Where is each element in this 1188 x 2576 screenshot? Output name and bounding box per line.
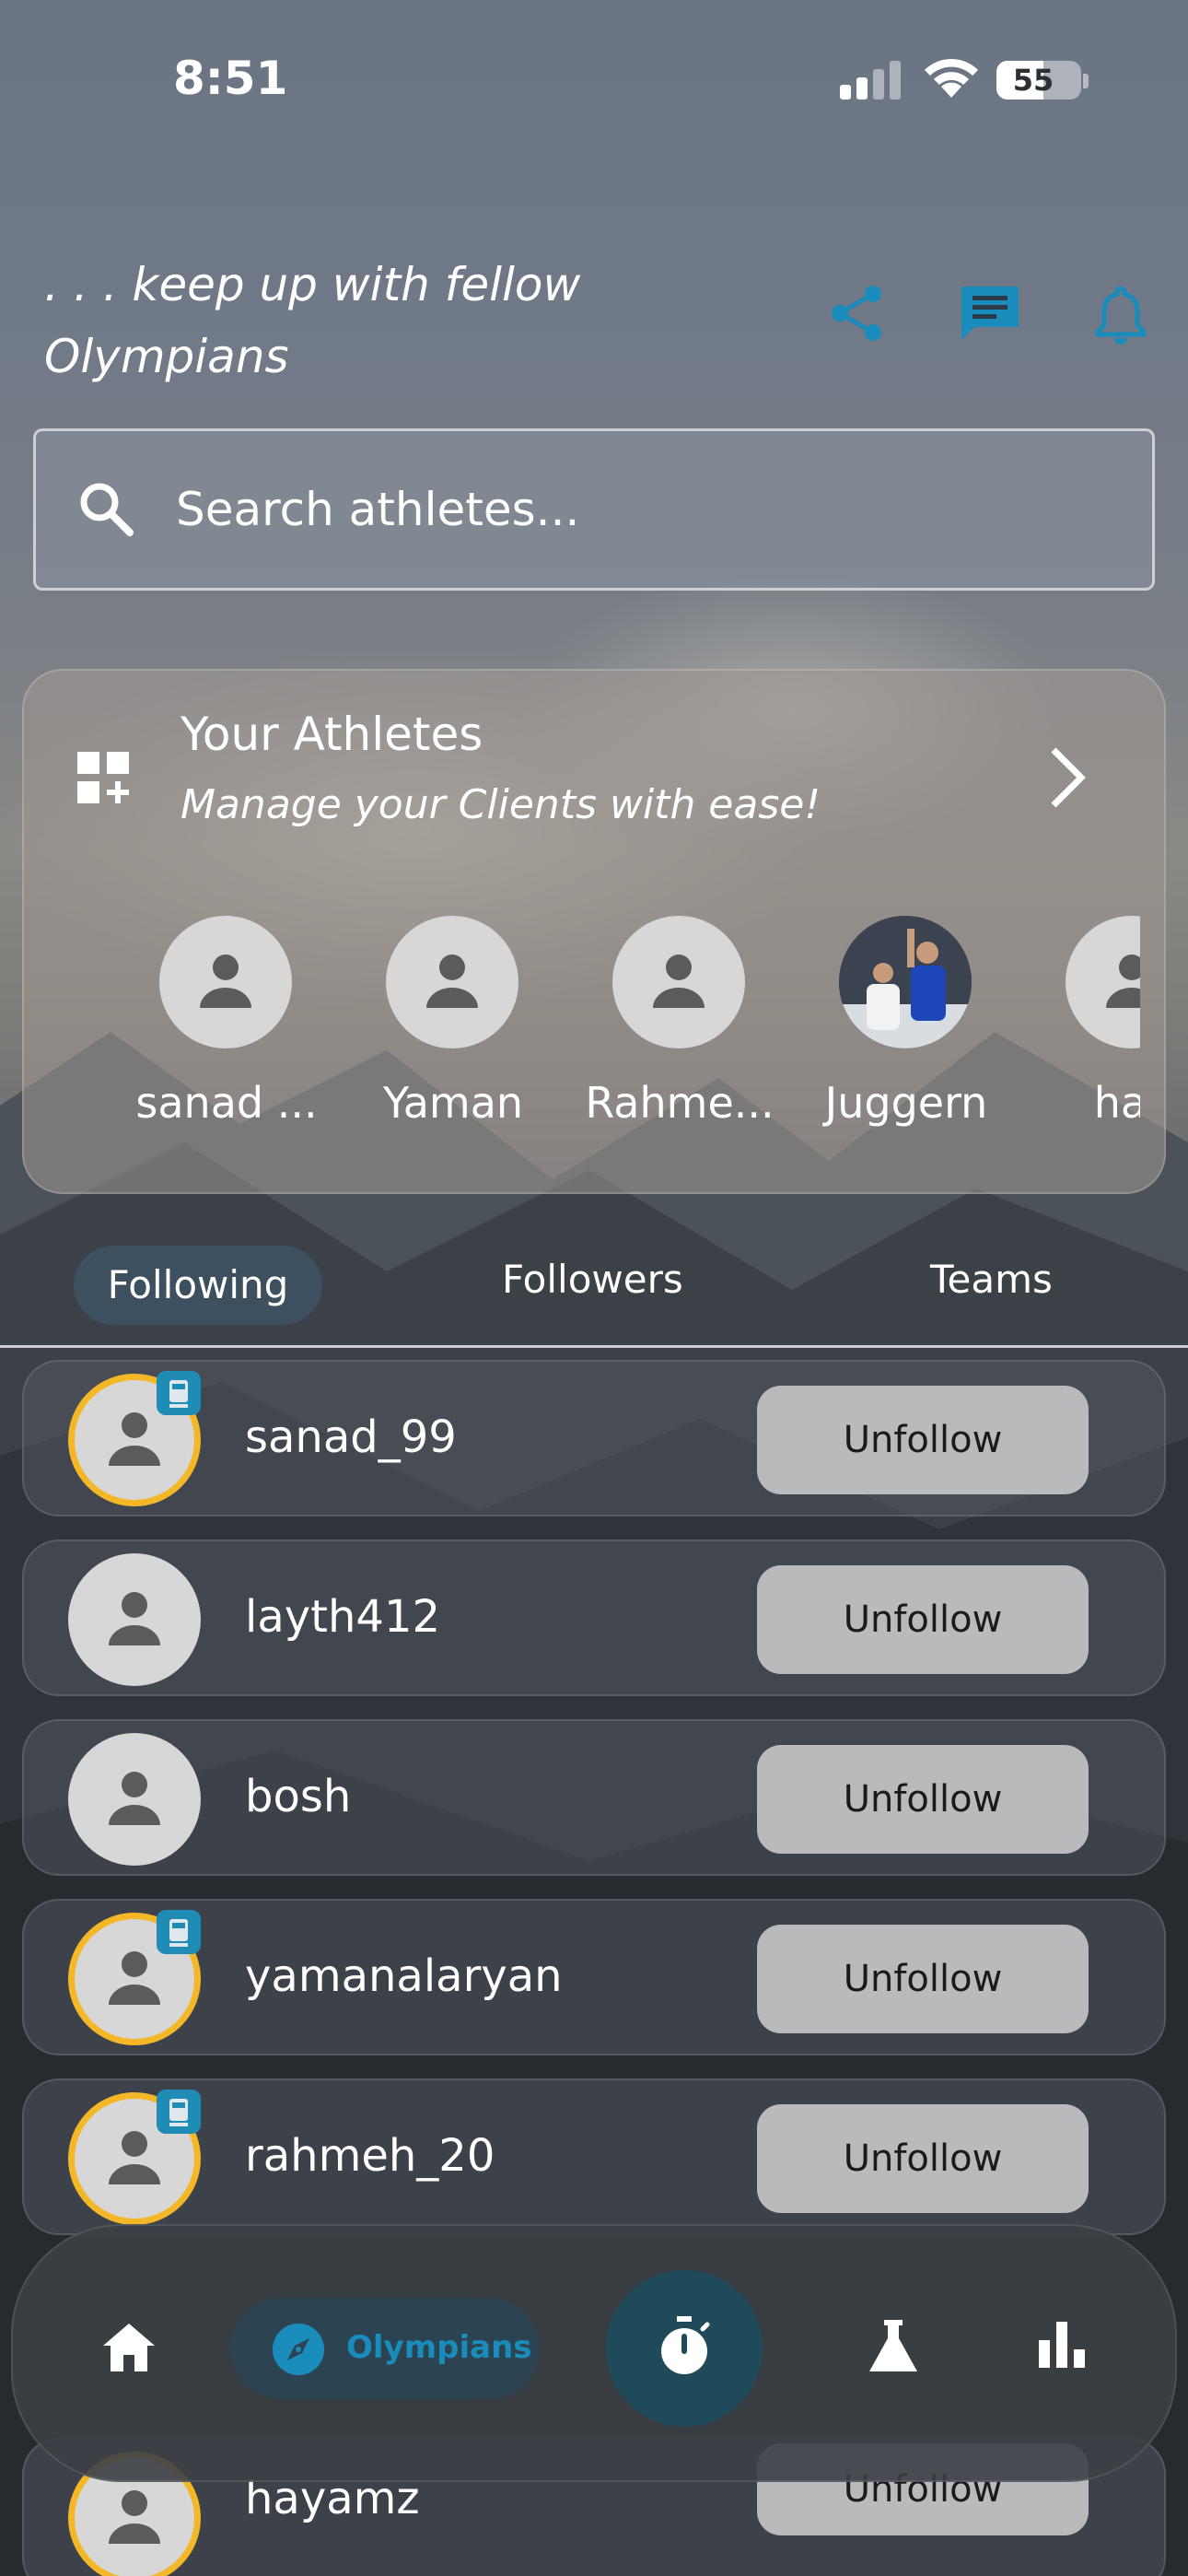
athlete-name: sanad ... xyxy=(135,1078,318,1128)
dashboard-add-icon xyxy=(77,752,129,803)
person-icon xyxy=(109,1951,160,2005)
person-icon xyxy=(200,954,251,1008)
unfollow-button[interactable]: Unfollow xyxy=(757,1925,1089,2033)
list-item[interactable]: yamanalaryan Unfollow xyxy=(22,1899,1166,2055)
person-icon xyxy=(653,954,705,1008)
compass-icon xyxy=(273,2324,324,2375)
person-icon xyxy=(109,1592,160,1645)
unfollow-button[interactable]: Unfollow xyxy=(757,2104,1089,2213)
person-icon xyxy=(109,2490,160,2544)
person-icon xyxy=(109,2131,160,2184)
tab-bar: Following Followers Teams xyxy=(0,1235,1188,1345)
coach-badge-icon xyxy=(157,1910,201,1954)
search-bar[interactable] xyxy=(33,428,1155,591)
coach-badge-icon xyxy=(157,1371,201,1415)
username[interactable]: sanad_99 xyxy=(245,1411,457,1463)
nav-olympians-label: Olympians xyxy=(346,2329,532,2366)
username[interactable]: yamanalaryan xyxy=(245,1950,563,2002)
unfollow-button[interactable]: Unfollow xyxy=(757,1565,1089,1674)
chevron-right-icon[interactable] xyxy=(1041,743,1096,813)
person-icon xyxy=(109,1412,160,1466)
athlete-photo xyxy=(839,916,972,1048)
athletes-carousel[interactable]: sanad ... Yaman Rahme... Juggern ha xyxy=(116,916,1140,1165)
username[interactable]: bosh xyxy=(245,1771,351,1822)
battery-level: 55 xyxy=(1012,63,1054,98)
bottom-nav: Olympians xyxy=(11,2224,1177,2482)
avatar xyxy=(1066,916,1140,1048)
athletes-card-subtitle: Manage your Clients with ease! xyxy=(181,781,821,828)
stopwatch-button[interactable] xyxy=(606,2270,763,2427)
battery-cap xyxy=(1083,74,1089,88)
coach-badge-icon xyxy=(157,2090,201,2134)
athlete-name: Juggern xyxy=(824,1078,988,1128)
list-item[interactable]: layth412 Unfollow xyxy=(22,1540,1166,1696)
avatar xyxy=(68,1733,201,1866)
cellular-signal-icon xyxy=(840,61,901,100)
tab-following[interactable]: Following xyxy=(74,1246,322,1325)
avatar xyxy=(68,1553,201,1686)
person-icon xyxy=(426,954,478,1008)
athletes-card-title: Your Athletes xyxy=(181,708,483,761)
battery-icon: 55 xyxy=(996,61,1081,100)
wifi-icon xyxy=(925,58,978,98)
stopwatch-icon xyxy=(661,2316,710,2374)
nav-olympians[interactable]: Olympians xyxy=(230,2298,540,2399)
share-icon[interactable] xyxy=(825,281,890,345)
unfollow-button[interactable]: Unfollow xyxy=(757,1745,1089,1854)
person-icon xyxy=(109,1772,160,1825)
avatar-photo xyxy=(839,916,972,1048)
your-athletes-card[interactable]: Your Athletes Manage your Clients with e… xyxy=(22,669,1166,1194)
avatar xyxy=(612,916,745,1048)
avatar xyxy=(159,916,292,1048)
athlete-name: hay xyxy=(1093,1078,1140,1128)
bell-icon[interactable] xyxy=(1089,281,1153,345)
status-bar: 8:51 55 xyxy=(0,0,1188,157)
chat-icon[interactable] xyxy=(958,281,1022,345)
list-item[interactable]: rahmeh_20 Unfollow xyxy=(22,2078,1166,2235)
username[interactable]: rahmeh_20 xyxy=(245,2130,495,2182)
search-icon xyxy=(80,483,134,536)
unfollow-button[interactable]: Unfollow xyxy=(757,1386,1089,1494)
status-time: 8:51 xyxy=(173,52,288,105)
search-input[interactable] xyxy=(176,468,1097,551)
avatar xyxy=(386,916,518,1048)
athlete-name: Rahme... xyxy=(585,1078,775,1128)
username[interactable]: layth412 xyxy=(245,1591,440,1643)
athlete-name: Yaman xyxy=(382,1078,524,1128)
bar-chart-icon[interactable] xyxy=(1037,2320,1087,2370)
tab-followers[interactable]: Followers xyxy=(502,1257,683,1302)
flask-icon[interactable] xyxy=(868,2318,919,2375)
tab-teams[interactable]: Teams xyxy=(930,1257,1053,1302)
home-icon[interactable] xyxy=(101,2322,157,2373)
tab-divider xyxy=(0,1345,1188,1348)
list-item[interactable]: sanad_99 Unfollow xyxy=(22,1360,1166,1516)
list-item[interactable]: bosh Unfollow xyxy=(22,1719,1166,1876)
page-tagline: . . . keep up with fellow Olympians xyxy=(44,258,581,383)
person-icon xyxy=(1106,954,1140,1008)
